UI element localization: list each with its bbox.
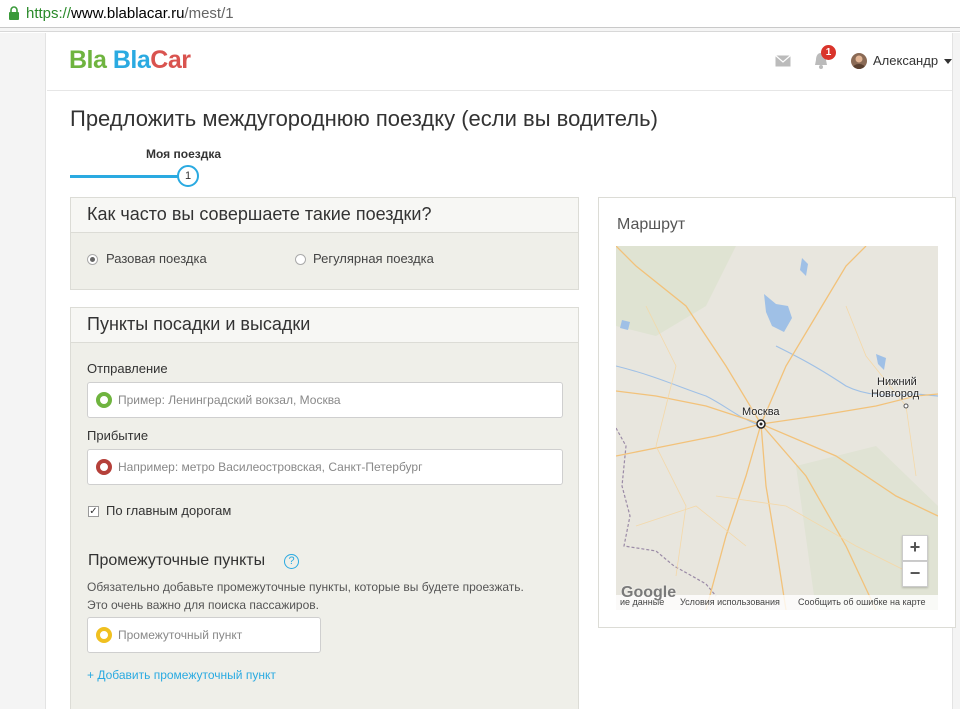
site-header: Bla BlaCar 1 Александр (47, 33, 952, 91)
route-map-panel: Маршрут Москва Нижний Новгород + − ие да… (598, 197, 956, 628)
step-indicator: 1 (177, 165, 199, 187)
map-city-nizhny-2: Новгород (871, 388, 920, 400)
frequency-panel: Как часто вы совершаете такие поездки? Р… (70, 197, 579, 290)
browser-divider (0, 28, 960, 32)
stops-heading: Пункты посадки и высадки (71, 308, 578, 343)
arrival-placeholder: Например: метро Василеостровская, Санкт-… (118, 460, 423, 474)
departure-placeholder: Пример: Ленинградский вокзал, Москва (118, 393, 341, 407)
departure-label: Отправление (87, 361, 168, 376)
waypoint-marker-icon (96, 627, 112, 643)
arrival-input[interactable]: Например: метро Василеостровская, Санкт-… (87, 449, 563, 485)
url-text[interactable]: https://www.blablacar.ru/mest/1 (26, 5, 234, 22)
departure-input[interactable]: Пример: Ленинградский вокзал, Москва (87, 382, 563, 418)
map-report-link[interactable]: Сообщить об ошибке на карте (798, 597, 925, 607)
map-title: Маршрут (617, 216, 686, 233)
radio-regular-trip[interactable] (295, 254, 306, 265)
arrival-marker-icon (96, 459, 112, 475)
map-city-nizhny-1: Нижний (877, 376, 917, 388)
zoom-in-button[interactable]: + (902, 535, 928, 561)
radio-single-trip-label[interactable]: Разовая поездка (106, 251, 207, 266)
frequency-heading: Как часто вы совершаете такие поездки? (71, 198, 578, 233)
map-graphic (616, 246, 938, 610)
waypoint-placeholder: Промежуточный пункт (118, 628, 243, 642)
lock-icon (9, 6, 19, 20)
waypoint-input[interactable]: Промежуточный пункт (87, 617, 321, 653)
main-roads-checkbox[interactable]: ✓ (88, 506, 99, 517)
step-label: Моя поездка (146, 147, 222, 161)
browser-address-bar[interactable]: https://www.blablacar.ru/mest/1 (0, 0, 960, 28)
map-city-moscow: Москва (742, 406, 780, 418)
main-roads-label[interactable]: По главным дорогам (106, 503, 231, 518)
stops-panel: Пункты посадки и высадки Отправление При… (70, 307, 579, 709)
chevron-down-icon[interactable] (944, 59, 952, 64)
arrival-label: Прибытие (87, 428, 149, 443)
blablacar-logo[interactable]: Bla BlaCar (69, 46, 191, 75)
avatar[interactable] (851, 53, 867, 69)
page-gutter-left (0, 33, 46, 709)
google-logo: Google (621, 584, 677, 601)
map-terms-link[interactable]: Условия использования (680, 597, 780, 607)
help-icon[interactable]: ? (284, 554, 299, 569)
waypoints-heading: Промежуточные пункты (88, 552, 266, 569)
waypoints-note: Обязательно добавьте промежуточные пункт… (87, 580, 524, 612)
radio-single-trip[interactable] (87, 254, 98, 265)
departure-marker-icon (96, 392, 112, 408)
mail-icon[interactable] (775, 55, 791, 67)
zoom-out-button[interactable]: − (902, 561, 928, 587)
notification-badge[interactable]: 1 (821, 45, 836, 60)
route-map[interactable]: Москва Нижний Новгород + − ие данные Усл… (616, 246, 938, 610)
user-menu-name[interactable]: Александр (873, 53, 938, 68)
step-progress-line (70, 175, 178, 178)
radio-regular-trip-label[interactable]: Регулярная поездка (313, 251, 434, 266)
page-title: Предложить междугороднюю поездку (если в… (70, 106, 658, 131)
add-waypoint-link[interactable]: + Добавить промежуточный пункт (87, 668, 276, 682)
